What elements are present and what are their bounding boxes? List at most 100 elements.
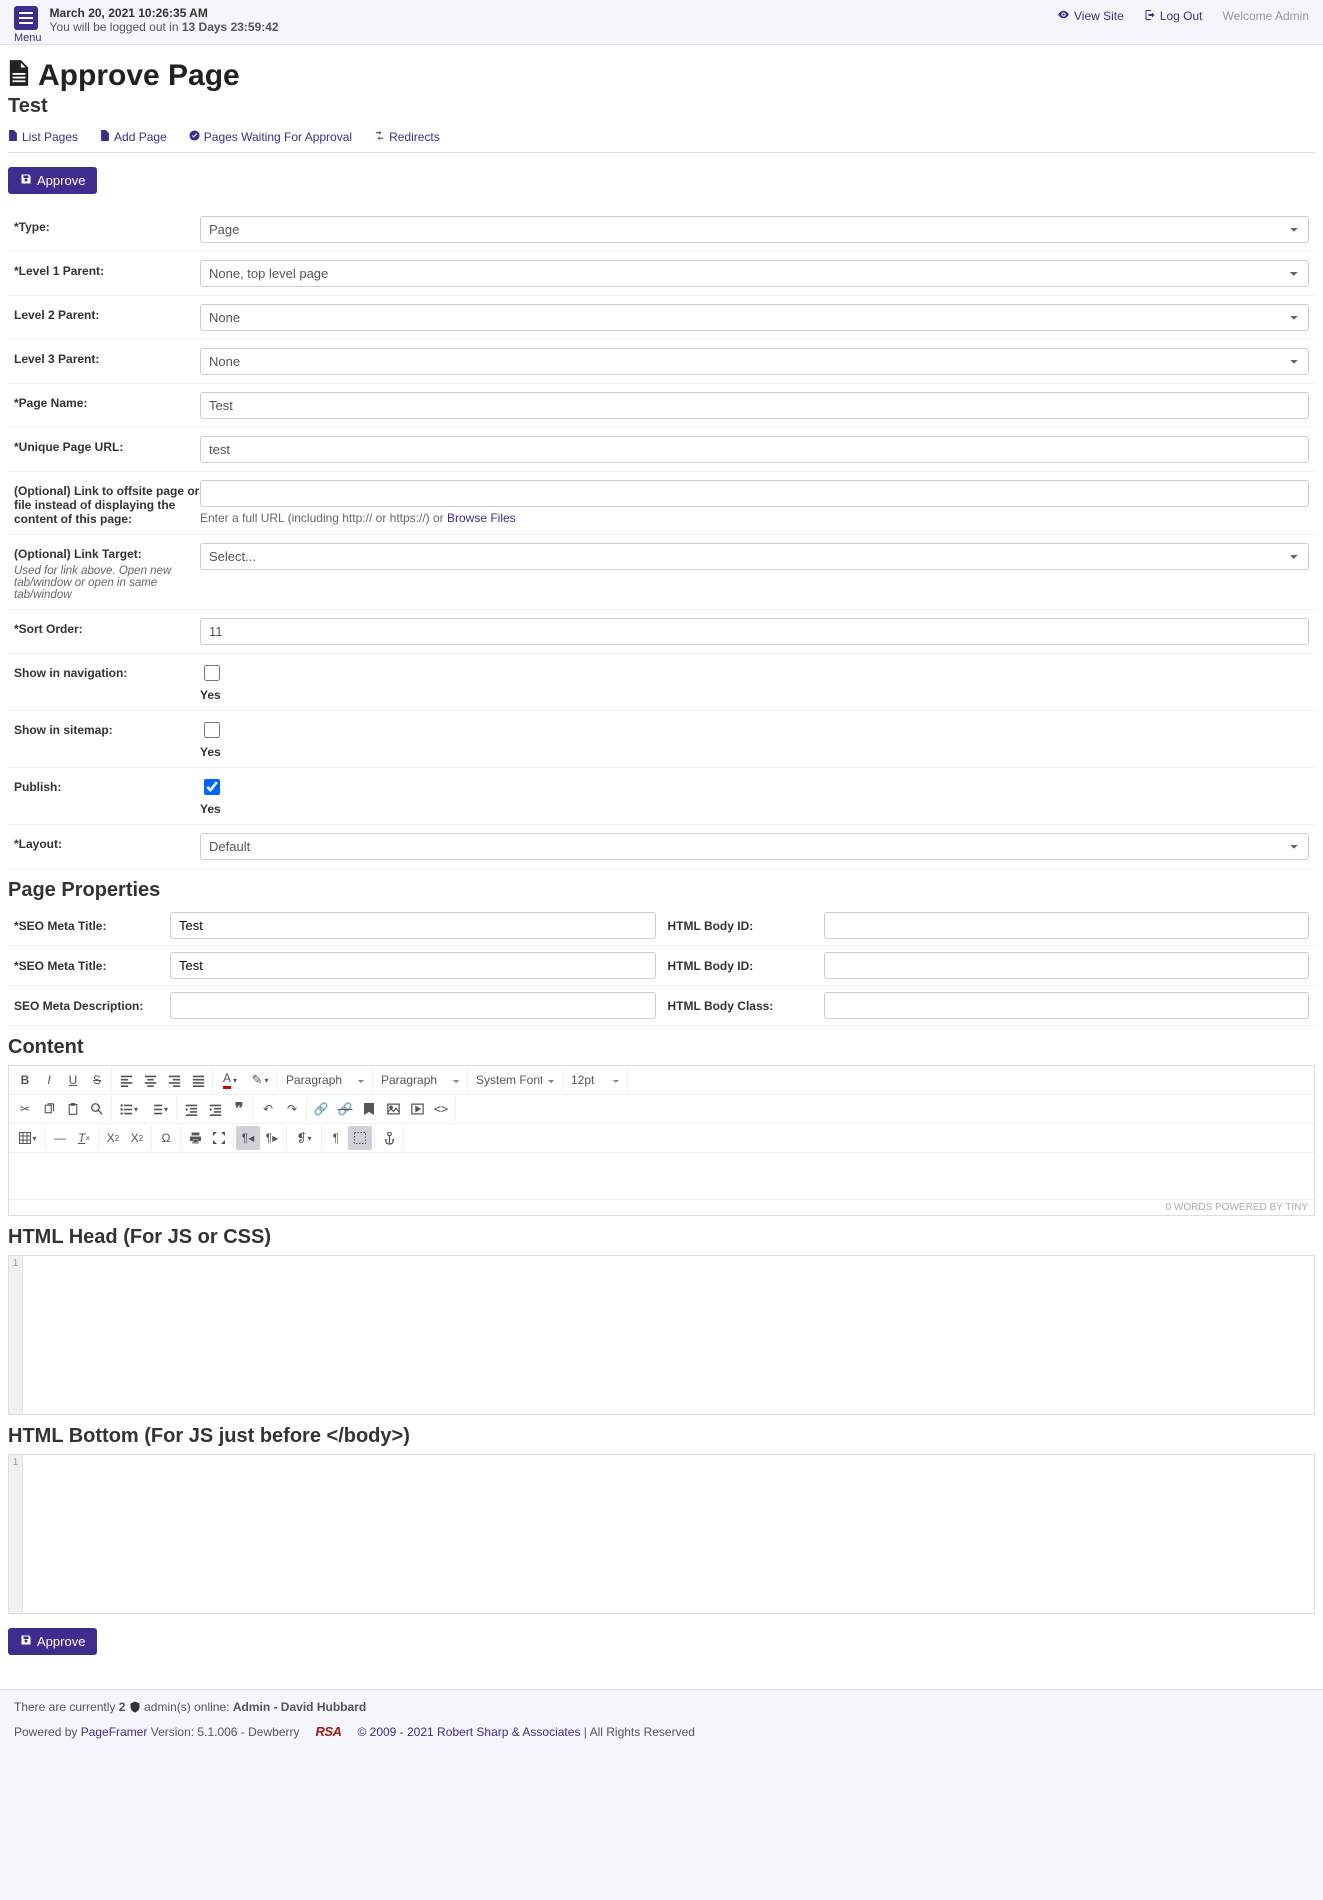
select-l1-parent[interactable]: None, top level page — [200, 260, 1309, 287]
save-icon — [20, 173, 32, 188]
label-body-id: HTML Body ID: — [668, 919, 824, 933]
label-page-name: *Page Name: — [14, 392, 200, 410]
code-button[interactable]: <> — [429, 1097, 453, 1121]
code-editor-head[interactable]: 1 — [8, 1255, 1315, 1415]
bold-button[interactable]: B — [13, 1068, 37, 1092]
checkbox-publish[interactable] — [204, 779, 220, 795]
italic-button[interactable]: I — [37, 1068, 61, 1092]
tab-list-pages[interactable]: List Pages — [8, 130, 78, 144]
redo-button[interactable]: ↷ — [280, 1097, 304, 1121]
number-list-button[interactable]: ▾ — [144, 1097, 174, 1121]
format-select-2[interactable]: Paragraph — [375, 1071, 465, 1089]
special-char-button[interactable]: Ω — [154, 1126, 178, 1150]
code-editor-bottom[interactable]: 1 — [8, 1454, 1315, 1614]
editor-content-area[interactable] — [9, 1153, 1314, 1199]
approve-button-bottom[interactable]: Approve — [8, 1628, 97, 1655]
checkbox-show-sitemap[interactable] — [204, 722, 220, 738]
align-right-button[interactable] — [162, 1068, 186, 1092]
ltr-button[interactable]: ¶◂ — [236, 1126, 260, 1150]
bookmark-button[interactable] — [357, 1097, 381, 1121]
checkbox-show-nav[interactable] — [204, 665, 220, 681]
input-body-class[interactable] — [824, 992, 1310, 1019]
logout-icon — [1144, 9, 1156, 24]
menu-label: Menu — [14, 32, 42, 44]
tab-add-page[interactable]: Add Page — [100, 130, 167, 144]
rtl-button[interactable]: ¶▸ — [260, 1126, 284, 1150]
undo-button[interactable]: ↶ — [256, 1097, 280, 1121]
clear-format-button[interactable]: T× — [72, 1126, 96, 1150]
unlink-button[interactable]: 🔗 — [333, 1097, 357, 1121]
view-site-link[interactable]: View Site — [1057, 8, 1124, 24]
font-select[interactable]: System Font — [470, 1071, 560, 1089]
input-body-id-2[interactable] — [824, 952, 1310, 979]
label-seo-title-2: *SEO Meta Title: — [14, 959, 170, 973]
copy-button[interactable] — [37, 1097, 61, 1121]
table-button[interactable]: ▾ — [13, 1126, 43, 1150]
bullet-list-button[interactable]: ▾ — [114, 1097, 144, 1121]
fullscreen-button[interactable] — [207, 1126, 231, 1150]
blockquote-button[interactable]: ❞ — [227, 1097, 251, 1121]
indent-button[interactable] — [203, 1097, 227, 1121]
anchor-button[interactable] — [377, 1126, 401, 1150]
label-seo-title: *SEO Meta Title: — [14, 919, 170, 933]
superscript-button[interactable]: X2 — [125, 1126, 149, 1150]
tab-redirects[interactable]: Redirects — [374, 130, 440, 144]
link-button[interactable]: 🔗 — [309, 1097, 333, 1121]
select-layout[interactable]: Default — [200, 833, 1309, 860]
input-seo-desc[interactable] — [170, 992, 656, 1019]
pageframer-link[interactable]: PageFramer — [81, 1725, 148, 1739]
select-l3-parent[interactable]: None — [200, 348, 1309, 375]
cut-button[interactable]: ✂ — [13, 1097, 37, 1121]
print-button[interactable] — [183, 1126, 207, 1150]
pilcrow-button[interactable]: ¶ — [324, 1126, 348, 1150]
label-l1-parent: *Level 1 Parent: — [14, 260, 200, 278]
paste-button[interactable] — [61, 1097, 85, 1121]
highlight-button[interactable]: ✎ ▾ — [245, 1068, 275, 1092]
footer-powered-by: Powered by PageFramer Version: 5.1.006 -… — [14, 1724, 1309, 1739]
label-body-id-2: HTML Body ID: — [668, 959, 824, 973]
page-title: Approve Page — [38, 59, 240, 93]
input-page-url[interactable] — [200, 436, 1309, 463]
fontsize-select[interactable]: 12pt — [565, 1071, 625, 1089]
admins-online: There are currently 2 admin(s) online: A… — [14, 1700, 1309, 1714]
rich-text-editor: B I U S A ▾ ✎ ▾ Paragraph Paragraph — [8, 1065, 1315, 1216]
align-center-button[interactable] — [138, 1068, 162, 1092]
hr-button[interactable]: — — [48, 1126, 72, 1150]
section-content: Content — [8, 1036, 1315, 1059]
input-sort-order[interactable] — [200, 618, 1309, 645]
approve-button-top[interactable]: Approve — [8, 167, 97, 194]
media-button[interactable] — [405, 1097, 429, 1121]
section-html-head: HTML Head (For JS or CSS) — [8, 1226, 1315, 1249]
save-icon — [20, 1634, 32, 1649]
input-page-name[interactable] — [200, 392, 1309, 419]
label-page-url: *Unique Page URL: — [14, 436, 200, 454]
align-justify-button[interactable] — [186, 1068, 210, 1092]
select-l2-parent[interactable]: None — [200, 304, 1309, 331]
label-seo-desc: SEO Meta Description: — [14, 999, 170, 1013]
input-seo-title[interactable] — [170, 912, 656, 939]
subscript-button[interactable]: X2 — [101, 1126, 125, 1150]
copyright-link[interactable]: © 2009 - 2021 Robert Sharp & Associates — [357, 1725, 580, 1739]
search-button[interactable] — [85, 1097, 109, 1121]
file-icon — [100, 130, 110, 144]
strikethrough-button[interactable]: S — [85, 1068, 109, 1092]
label-show-nav: Show in navigation: — [14, 662, 200, 680]
browse-files-link[interactable]: Browse Files — [447, 511, 516, 525]
tab-pages-waiting[interactable]: Pages Waiting For Approval — [189, 130, 352, 144]
input-body-id[interactable] — [824, 912, 1310, 939]
visual-aids-button[interactable]: ❡▾ — [289, 1126, 319, 1150]
align-left-button[interactable] — [114, 1068, 138, 1092]
select-type[interactable]: Page — [200, 216, 1309, 243]
hamburger-menu-button[interactable] — [14, 6, 38, 30]
text-color-button[interactable]: A ▾ — [215, 1068, 245, 1092]
image-button[interactable] — [381, 1097, 405, 1121]
select-link-target[interactable]: Select... — [200, 543, 1309, 570]
outdent-button[interactable] — [179, 1097, 203, 1121]
show-blocks-button[interactable] — [348, 1126, 372, 1150]
log-out-link[interactable]: Log Out — [1144, 9, 1203, 24]
underline-button[interactable]: U — [61, 1068, 85, 1092]
format-select-1[interactable]: Paragraph — [280, 1071, 370, 1089]
input-seo-title-2[interactable] — [170, 952, 656, 979]
check-circle-icon — [189, 130, 200, 144]
input-offsite-link[interactable] — [200, 480, 1309, 507]
